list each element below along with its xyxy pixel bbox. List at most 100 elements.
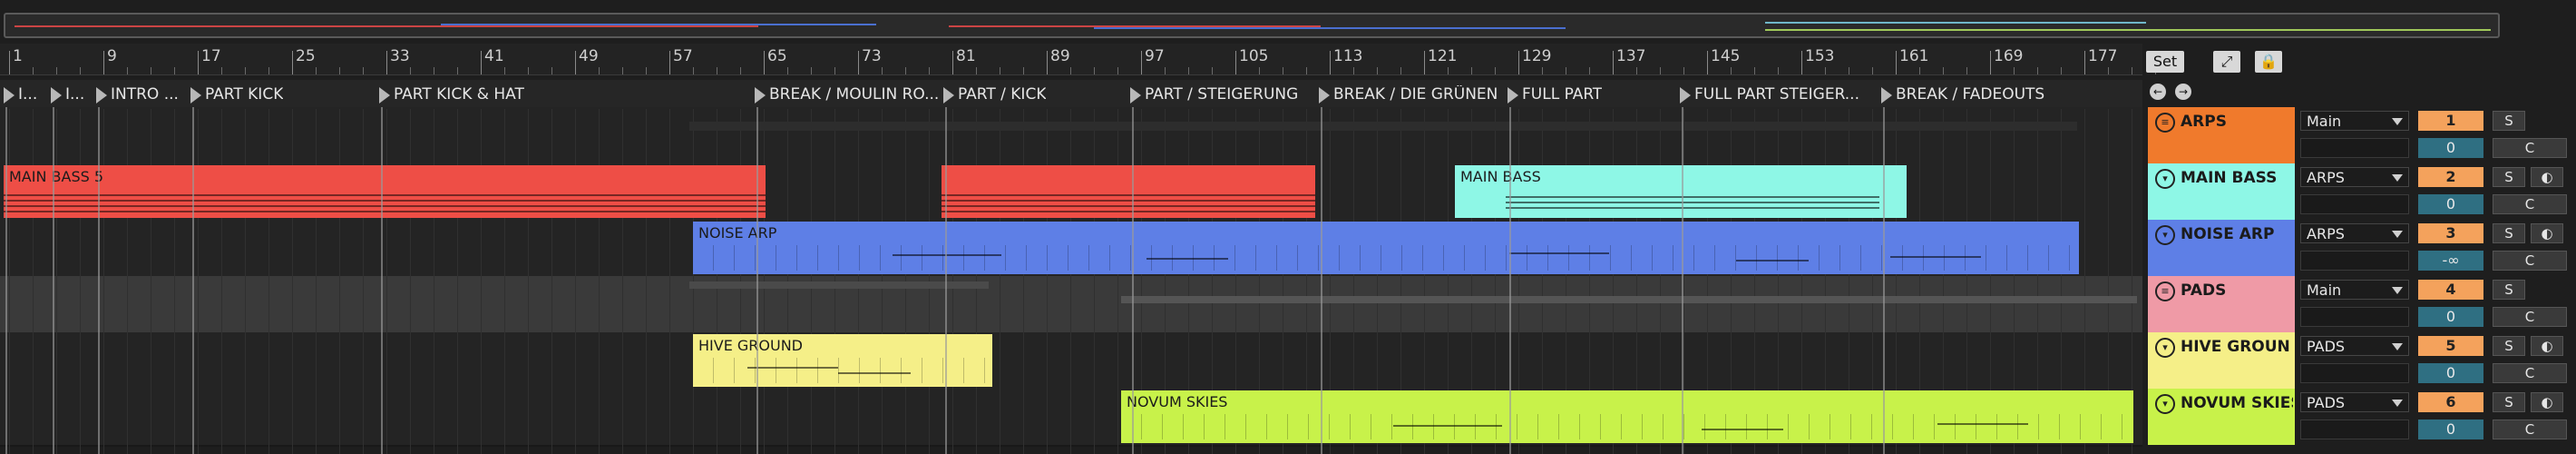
- track-volume[interactable]: 0: [2418, 419, 2483, 439]
- group-fold-icon[interactable]: ≡: [2155, 281, 2175, 301]
- output-routing-select[interactable]: ARPS: [2300, 223, 2409, 243]
- cue-button[interactable]: C: [2493, 194, 2567, 214]
- output-routing-select[interactable]: Main: [2300, 111, 2409, 131]
- locator-label[interactable]: FULL PART STEIGER...: [1694, 85, 1859, 104]
- output-routing-select[interactable]: Main: [2300, 280, 2409, 300]
- track-name[interactable]: ARPS: [2181, 113, 2293, 131]
- track-header[interactable]: ▾ HIVE GROUN: [2148, 332, 2295, 389]
- input-routing-select[interactable]: [2300, 251, 2409, 271]
- locator-flag-icon[interactable]: [96, 87, 107, 104]
- locator-flag-icon[interactable]: [51, 87, 62, 104]
- cue-button[interactable]: C: [2493, 251, 2567, 271]
- locator-label[interactable]: BREAK / MOULIN RO...: [769, 85, 939, 104]
- arm-record-icon[interactable]: ◐: [2531, 167, 2563, 187]
- track-activator-button[interactable]: 4: [2418, 280, 2483, 300]
- output-routing-select[interactable]: ARPS: [2300, 167, 2409, 187]
- locator-flag-icon[interactable]: [943, 87, 954, 104]
- solo-button[interactable]: S: [2493, 392, 2525, 412]
- solo-button[interactable]: S: [2493, 111, 2525, 131]
- input-routing-select[interactable]: [2300, 363, 2409, 383]
- ruler-bar-number: 65: [767, 47, 787, 65]
- track-header[interactable]: ▾ MAIN BASS: [2148, 163, 2295, 220]
- track-header[interactable]: ≡ ARPS: [2148, 107, 2295, 163]
- locator-flag-icon[interactable]: [755, 87, 766, 104]
- cue-button[interactable]: C: [2493, 138, 2567, 158]
- locator-label[interactable]: I...: [18, 85, 37, 104]
- track-activator-button[interactable]: 1: [2418, 111, 2483, 131]
- clip[interactable]: HIVE GROUND: [693, 334, 992, 387]
- track-header[interactable]: ▾ NOVUM SKIES: [2148, 389, 2295, 445]
- chevron-down-icon[interactable]: ▾: [2155, 338, 2175, 358]
- track-name[interactable]: NOVUM SKIES: [2181, 394, 2293, 412]
- clip[interactable]: MAIN BASS 5: [4, 165, 766, 218]
- chevron-down-icon[interactable]: ▾: [2155, 169, 2175, 189]
- locator-label[interactable]: PART KICK & HAT: [394, 85, 524, 104]
- solo-button[interactable]: S: [2493, 167, 2525, 187]
- track-volume[interactable]: 0: [2418, 138, 2483, 158]
- locator-flag-icon[interactable]: [190, 87, 201, 104]
- output-routing-select[interactable]: PADS: [2300, 392, 2409, 412]
- clip[interactable]: NOISE ARP: [693, 222, 2079, 274]
- track-activator-button[interactable]: 3: [2418, 223, 2483, 243]
- clip[interactable]: NOVUM SKIES: [1121, 390, 2133, 443]
- arm-record-icon[interactable]: ◐: [2531, 223, 2563, 243]
- resize-icon[interactable]: ⤢: [2213, 51, 2240, 73]
- locator-label[interactable]: BREAK / FADEOUTS: [1896, 85, 2044, 104]
- track-activator-button[interactable]: 2: [2418, 167, 2483, 187]
- locator-label[interactable]: FULL PART: [1522, 85, 1602, 104]
- track-header[interactable]: ≡ PADS: [2148, 276, 2295, 332]
- grid-line: [103, 109, 104, 454]
- track-activator-button[interactable]: 6: [2418, 392, 2483, 412]
- locator-flag-icon[interactable]: [1319, 87, 1330, 104]
- track-name[interactable]: HIVE GROUN: [2181, 338, 2293, 356]
- track-volume[interactable]: 0: [2418, 307, 2483, 327]
- solo-button[interactable]: S: [2493, 336, 2525, 356]
- cue-button[interactable]: C: [2493, 363, 2567, 383]
- track-volume[interactable]: 0: [2418, 194, 2483, 214]
- input-routing-select[interactable]: [2300, 307, 2409, 327]
- input-routing-select[interactable]: [2300, 138, 2409, 158]
- locator-label[interactable]: PART / KICK: [958, 85, 1046, 104]
- input-routing-select[interactable]: [2300, 419, 2409, 439]
- cue-button[interactable]: C: [2493, 307, 2567, 327]
- clip[interactable]: [942, 165, 1315, 218]
- locator-flag-icon[interactable]: [1508, 87, 1518, 104]
- track-lane-arps[interactable]: [0, 107, 2142, 165]
- chevron-down-icon[interactable]: ▾: [2155, 225, 2175, 245]
- track-volume[interactable]: -∞: [2418, 251, 2483, 271]
- locator-label[interactable]: I...: [65, 85, 84, 104]
- arrow-right-icon[interactable]: →: [2175, 84, 2191, 100]
- arrangement-overview[interactable]: [4, 13, 2500, 38]
- cue-button[interactable]: C: [2493, 419, 2567, 439]
- set-button[interactable]: Set: [2146, 51, 2184, 73]
- track-header[interactable]: ▾ NOISE ARP: [2148, 220, 2295, 276]
- solo-button[interactable]: S: [2493, 280, 2525, 300]
- output-routing-select[interactable]: PADS: [2300, 336, 2409, 356]
- locator-flag-icon[interactable]: [1680, 87, 1691, 104]
- locator-label[interactable]: PART KICK: [205, 85, 283, 104]
- group-fold-icon[interactable]: ≡: [2155, 113, 2175, 133]
- track-name[interactable]: NOISE ARP: [2181, 225, 2293, 243]
- chevron-down-icon[interactable]: ▾: [2155, 394, 2175, 414]
- track-lane-hive-ground[interactable]: [0, 332, 2142, 390]
- ruler-bar-number: 1: [13, 47, 23, 65]
- locator-flag-icon[interactable]: [4, 87, 15, 104]
- locator-label[interactable]: BREAK / DIE GRÜNEN: [1333, 85, 1498, 104]
- arm-record-icon[interactable]: ◐: [2531, 392, 2563, 412]
- clip[interactable]: MAIN BASS: [1455, 165, 1907, 218]
- lock-icon[interactable]: 🔒: [2255, 51, 2282, 73]
- locator-label[interactable]: PART / STEIGERUNG: [1145, 85, 1298, 104]
- input-routing-select[interactable]: [2300, 194, 2409, 214]
- locator-label[interactable]: INTRO ...: [111, 85, 179, 104]
- arrow-left-icon[interactable]: ←: [2150, 84, 2166, 100]
- solo-button[interactable]: S: [2493, 223, 2525, 243]
- locator-flag-icon[interactable]: [1881, 87, 1892, 104]
- track-name[interactable]: PADS: [2181, 281, 2293, 300]
- arm-record-icon[interactable]: ◐: [2531, 336, 2563, 356]
- track-lane-pads[interactable]: [0, 276, 2142, 334]
- locator-flag-icon[interactable]: [1130, 87, 1141, 104]
- track-volume[interactable]: 0: [2418, 363, 2483, 383]
- locator-flag-icon[interactable]: [379, 87, 390, 104]
- track-activator-button[interactable]: 5: [2418, 336, 2483, 356]
- track-name[interactable]: MAIN BASS: [2181, 169, 2293, 187]
